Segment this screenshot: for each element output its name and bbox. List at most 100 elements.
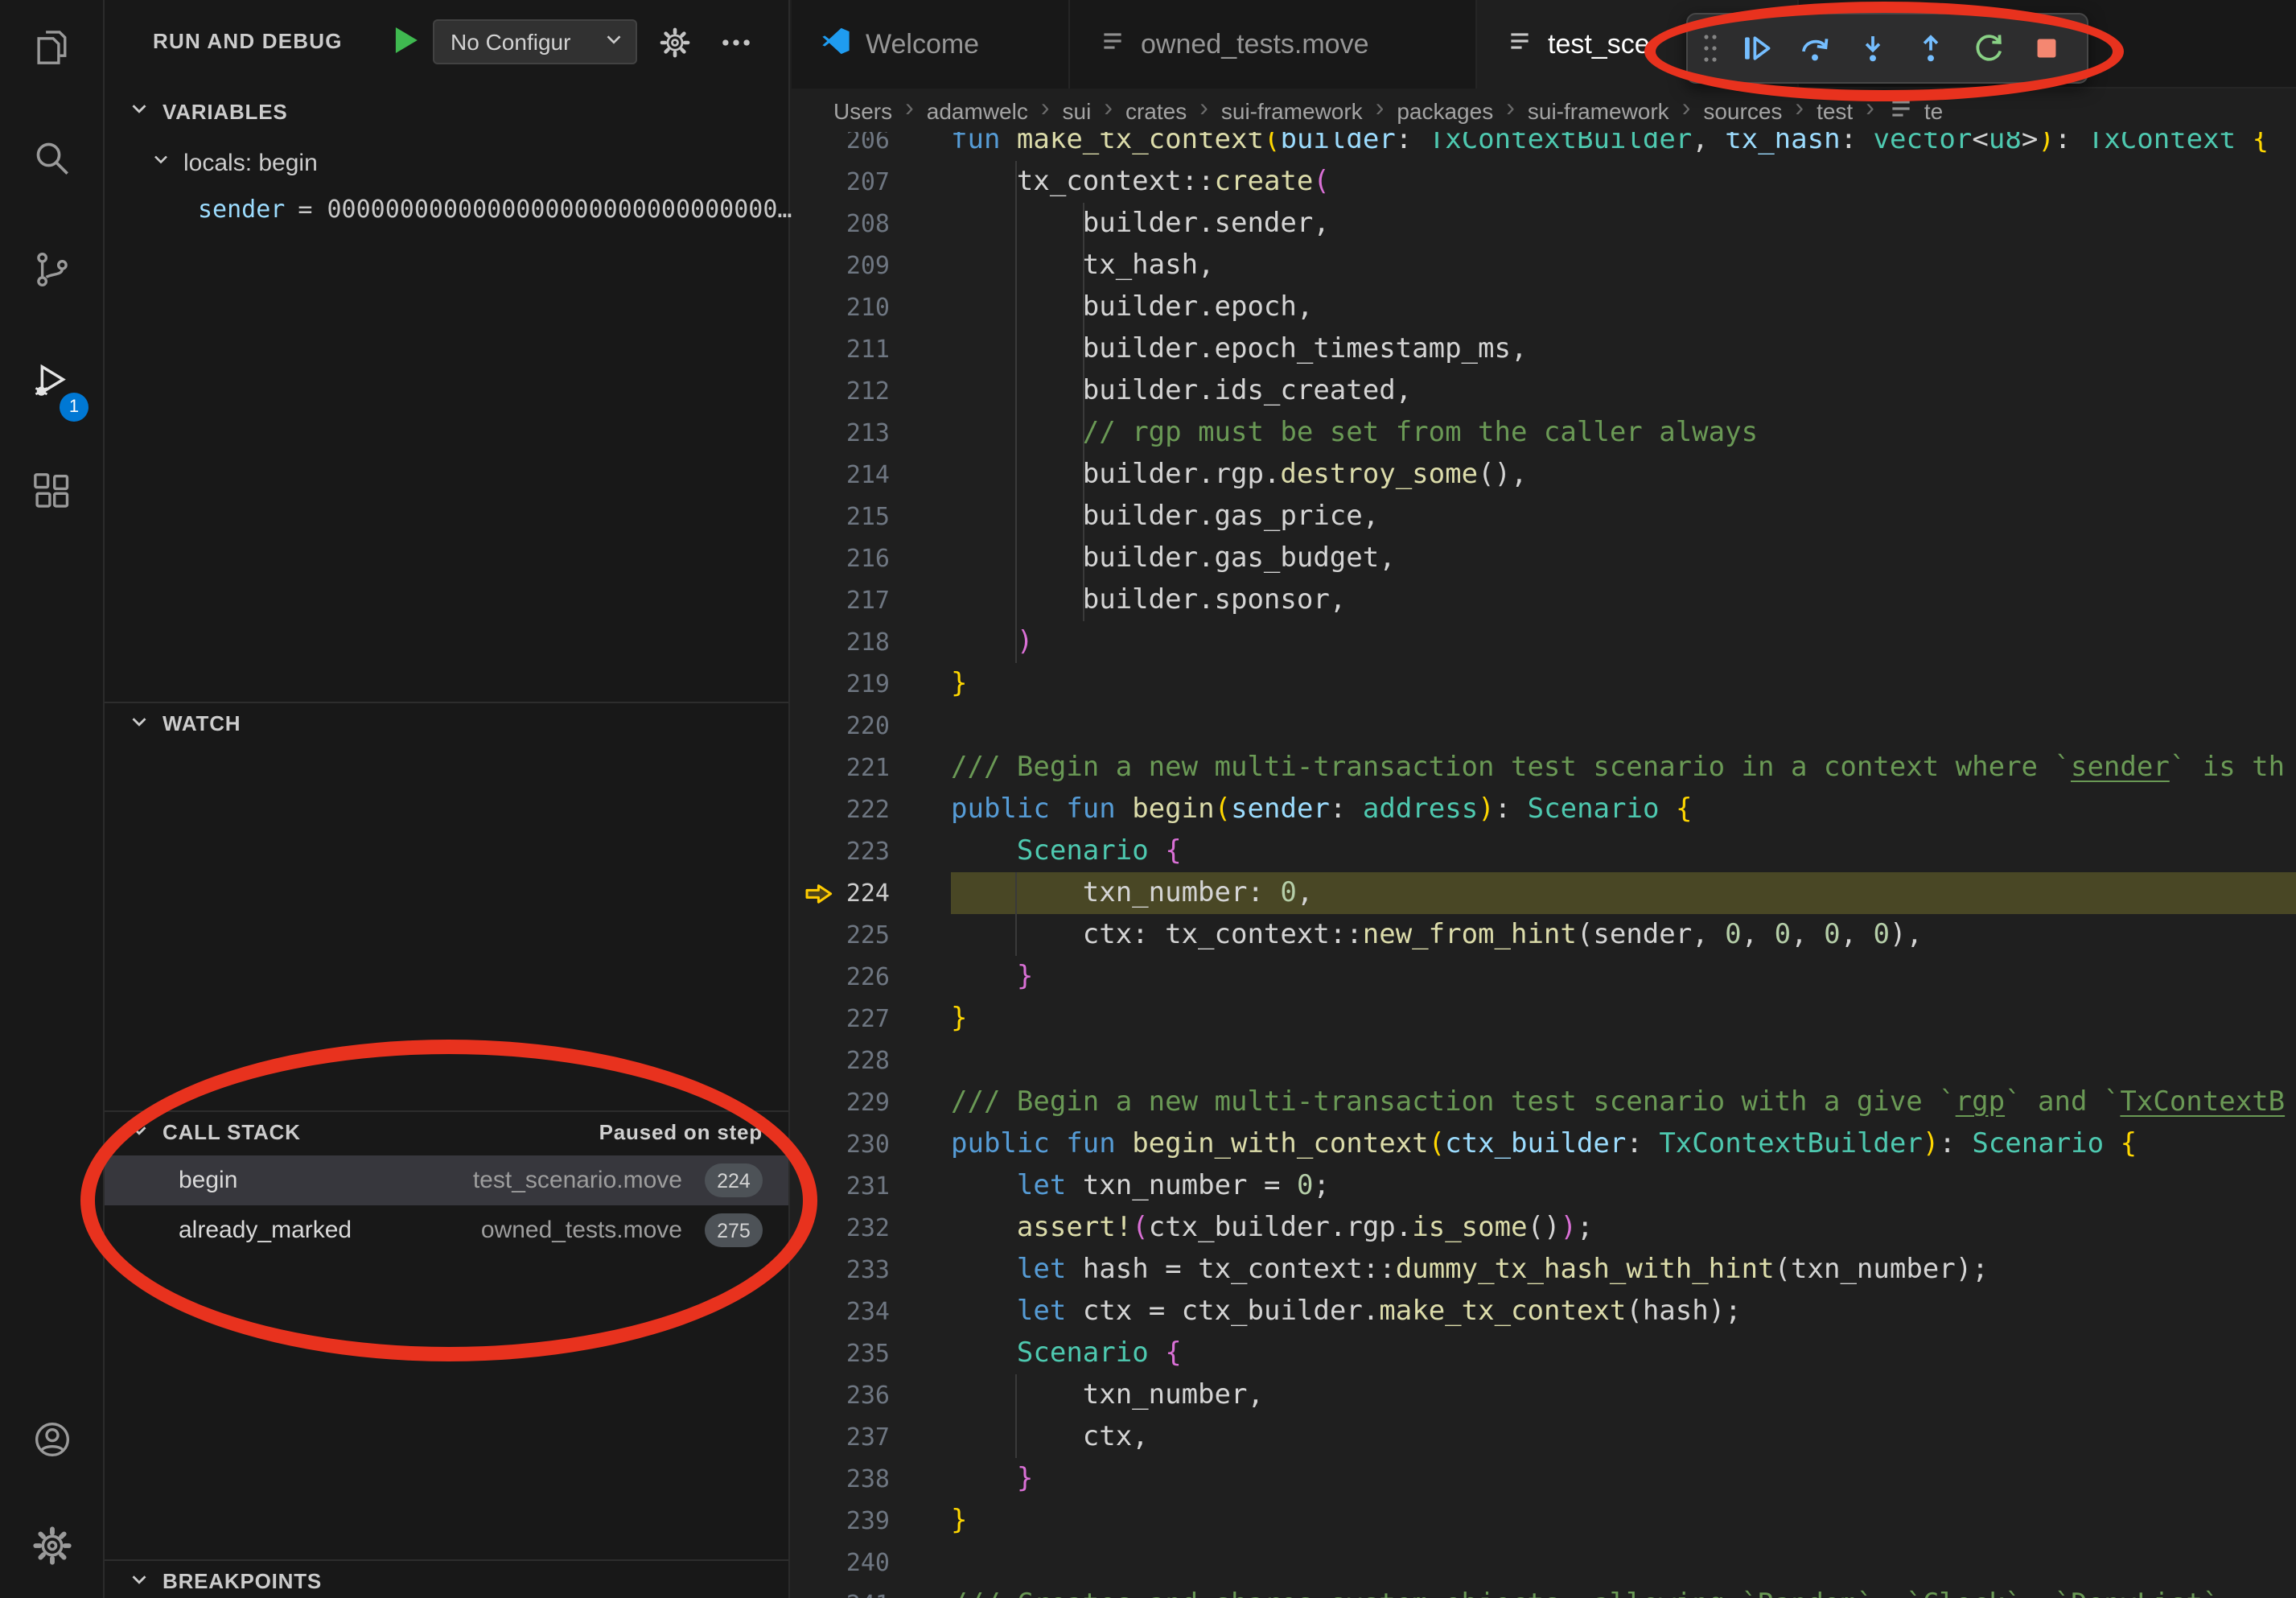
gutter[interactable]: 223 xyxy=(792,830,951,872)
activity-search-button[interactable] xyxy=(13,124,90,201)
gutter[interactable]: 215 xyxy=(792,496,951,537)
gutter[interactable]: 217 xyxy=(792,579,951,621)
watch-section-header[interactable]: WATCH xyxy=(105,702,788,743)
call-stack-frame-begin[interactable]: begintest_scenario.move224 xyxy=(105,1155,788,1205)
breadcrumb-item[interactable]: Users xyxy=(833,97,892,123)
gutter[interactable]: 219 xyxy=(792,663,951,705)
code-line-219[interactable]: 219} xyxy=(792,663,2296,705)
gutter[interactable]: 233 xyxy=(792,1249,951,1291)
code-line-231[interactable]: 231 let txn_number = 0; xyxy=(792,1165,2296,1207)
code-line-239[interactable]: 239} xyxy=(792,1500,2296,1542)
code-line-236[interactable]: 236 txn_number, xyxy=(792,1374,2296,1416)
breadcrumb-item[interactable]: packages xyxy=(1397,97,1493,123)
code-line-222[interactable]: 222public fun begin(sender: address): Sc… xyxy=(792,789,2296,830)
more-actions-icon[interactable] xyxy=(719,26,753,68)
activity-extensions-button[interactable] xyxy=(13,457,90,534)
gutter[interactable]: 225 xyxy=(792,914,951,956)
debug-step-over-button[interactable] xyxy=(1788,21,1842,76)
code-line-206[interactable]: 206fun make_tx_context(builder: TxContex… xyxy=(792,132,2296,161)
gutter[interactable]: 237 xyxy=(792,1416,951,1458)
breadcrumb-item[interactable]: sources xyxy=(1703,97,1782,123)
gutter[interactable]: 208 xyxy=(792,203,951,245)
breadcrumb-item[interactable]: sui-framework xyxy=(1528,97,1669,123)
code-line-211[interactable]: 211 builder.epoch_timestamp_ms, xyxy=(792,328,2296,370)
code-line-240[interactable]: 240 xyxy=(792,1542,2296,1584)
gutter[interactable]: 206 xyxy=(792,132,951,161)
code-line-225[interactable]: 225 ctx: tx_context::new_from_hint(sende… xyxy=(792,914,2296,956)
gutter[interactable]: 231 xyxy=(792,1165,951,1207)
gutter[interactable]: 238 xyxy=(792,1458,951,1500)
tab-owned_tests.move[interactable]: owned_tests.move xyxy=(1070,0,1477,89)
code-line-208[interactable]: 208 builder.sender, xyxy=(792,203,2296,245)
code-line-227[interactable]: 227} xyxy=(792,998,2296,1040)
toolbar-drag-handle[interactable] xyxy=(1701,29,1720,68)
gutter[interactable]: 229 xyxy=(792,1081,951,1123)
gutter[interactable]: 224 xyxy=(792,872,951,914)
gutter[interactable]: 227 xyxy=(792,998,951,1040)
gutter[interactable]: 213 xyxy=(792,412,951,454)
gutter[interactable]: 216 xyxy=(792,537,951,579)
code-line-232[interactable]: 232 assert!(ctx_builder.rgp.is_some()); xyxy=(792,1207,2296,1249)
code-line-213[interactable]: 213 // rgp must be set from the caller a… xyxy=(792,412,2296,454)
call-stack-section-header[interactable]: CALL STACK Paused on step xyxy=(105,1110,788,1152)
variables-section-header[interactable]: VARIABLES xyxy=(105,90,788,132)
code-line-241[interactable]: 241/// Creates and shares system objects… xyxy=(792,1584,2296,1598)
code-line-224[interactable]: 224 txn_number: 0, xyxy=(792,872,2296,914)
gutter[interactable]: 226 xyxy=(792,956,951,998)
code-line-226[interactable]: 226 } xyxy=(792,956,2296,998)
gutter[interactable]: 228 xyxy=(792,1040,951,1081)
gutter[interactable]: 211 xyxy=(792,328,951,370)
gutter[interactable]: 220 xyxy=(792,705,951,747)
gutter[interactable]: 214 xyxy=(792,454,951,496)
gutter[interactable]: 239 xyxy=(792,1500,951,1542)
code-line-238[interactable]: 238 } xyxy=(792,1458,2296,1500)
gutter[interactable]: 212 xyxy=(792,370,951,412)
code-line-215[interactable]: 215 builder.gas_price, xyxy=(792,496,2296,537)
call-stack-frame-already_marked[interactable]: already_markedowned_tests.move275 xyxy=(105,1205,788,1255)
activity-source-control-button[interactable] xyxy=(13,235,90,312)
debug-step-out-button[interactable] xyxy=(1903,21,1958,76)
code-line-228[interactable]: 228 xyxy=(792,1040,2296,1081)
activity-explorer-button[interactable] xyxy=(13,13,90,90)
code-line-229[interactable]: 229/// Begin a new multi-transaction tes… xyxy=(792,1081,2296,1123)
debug-continue-button[interactable] xyxy=(1730,21,1784,76)
gutter[interactable]: 232 xyxy=(792,1207,951,1249)
code-line-207[interactable]: 207 tx_context::create( xyxy=(792,161,2296,203)
code-line-220[interactable]: 220 xyxy=(792,705,2296,747)
code-line-237[interactable]: 237 ctx, xyxy=(792,1416,2296,1458)
code-line-209[interactable]: 209 tx_hash, xyxy=(792,245,2296,286)
code-area[interactable]: 206fun make_tx_context(builder: TxContex… xyxy=(792,132,2296,1598)
gutter[interactable]: 222 xyxy=(792,789,951,830)
breadcrumb-item[interactable]: sui-framework xyxy=(1221,97,1363,123)
breakpoints-section-header[interactable]: BREAKPOINTS xyxy=(105,1559,788,1598)
debug-step-into-button[interactable] xyxy=(1845,21,1900,76)
code-line-233[interactable]: 233 let hash = tx_context::dummy_tx_hash… xyxy=(792,1249,2296,1291)
code-line-221[interactable]: 221/// Begin a new multi-transaction tes… xyxy=(792,747,2296,789)
breadcrumb[interactable]: Users›adamwelc›sui›crates›sui-framework›… xyxy=(792,89,2296,132)
code-line-218[interactable]: 218 ) xyxy=(792,621,2296,663)
code-line-230[interactable]: 230public fun begin_with_context(ctx_bui… xyxy=(792,1123,2296,1165)
debug-stop-button[interactable] xyxy=(2019,21,2074,76)
gutter[interactable]: 241 xyxy=(792,1584,951,1598)
gutter[interactable]: 218 xyxy=(792,621,951,663)
code-line-210[interactable]: 210 builder.epoch, xyxy=(792,286,2296,328)
breadcrumb-item[interactable]: test xyxy=(1817,97,1853,123)
tab-Welcome[interactable]: Welcome xyxy=(792,0,1070,89)
gutter[interactable]: 209 xyxy=(792,245,951,286)
debug-restart-button[interactable] xyxy=(1961,21,2016,76)
gutter[interactable]: 207 xyxy=(792,161,951,203)
breadcrumb-file[interactable]: te xyxy=(1887,94,1943,126)
gutter[interactable]: 235 xyxy=(792,1332,951,1374)
code-line-212[interactable]: 212 builder.ids_created, xyxy=(792,370,2296,412)
variable-sender-row[interactable]: sender = 0000000000000000000000000000000… xyxy=(198,190,792,229)
start-debug-button[interactable] xyxy=(388,23,423,66)
activity-account-button[interactable] xyxy=(13,1405,90,1482)
breadcrumb-item[interactable]: crates xyxy=(1125,97,1187,123)
gutter[interactable]: 236 xyxy=(792,1374,951,1416)
debug-settings-gear-icon[interactable] xyxy=(658,26,692,68)
code-line-216[interactable]: 216 builder.gas_budget, xyxy=(792,537,2296,579)
code-line-234[interactable]: 234 let ctx = ctx_builder.make_tx_contex… xyxy=(792,1291,2296,1332)
breadcrumb-item[interactable]: sui xyxy=(1063,97,1092,123)
activity-settings-button[interactable] xyxy=(13,1511,90,1588)
code-line-214[interactable]: 214 builder.rgp.destroy_some(), xyxy=(792,454,2296,496)
